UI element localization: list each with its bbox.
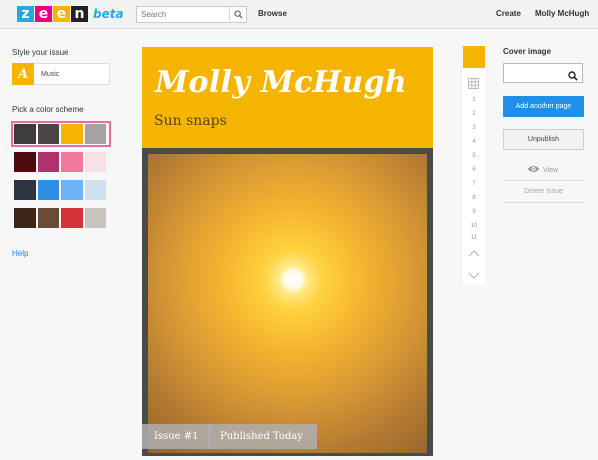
color-swatch: [37, 180, 59, 200]
page-number[interactable]: 9: [462, 209, 486, 215]
user-menu[interactable]: Molly McHugh: [535, 9, 589, 18]
color-swatch: [37, 208, 59, 228]
cover-title[interactable]: Molly McHugh: [155, 65, 407, 100]
color-swatch: [61, 208, 83, 228]
issue-number-badge: Issue #1: [142, 424, 211, 449]
color-scheme-option[interactable]: [14, 208, 108, 228]
color-scheme-option[interactable]: [14, 180, 108, 200]
divider: [503, 202, 584, 203]
cover-page-thumbnail[interactable]: [463, 46, 485, 68]
page-number[interactable]: 7: [462, 181, 486, 187]
theme-name: Music: [41, 70, 60, 78]
color-scheme-title: Pick a color scheme: [12, 105, 84, 114]
view-label: View: [543, 166, 559, 174]
page-strip: 1 2 3 4 5 6 7 8 9 10 11: [461, 45, 485, 285]
logo-letter: e: [35, 6, 52, 22]
cover-image-title: Cover image: [503, 47, 552, 56]
help-link[interactable]: Help: [12, 249, 28, 258]
color-swatch: [61, 152, 83, 172]
chevron-up-icon[interactable]: [468, 244, 480, 262]
page-number[interactable]: 8: [462, 195, 486, 201]
zeen-logo[interactable]: z e e n beta: [17, 5, 124, 23]
color-swatch: [14, 152, 36, 172]
color-swatch: [37, 124, 59, 144]
page-number[interactable]: 11: [462, 235, 486, 241]
color-swatch: [37, 152, 59, 172]
cover-image-search-input[interactable]: [503, 63, 583, 83]
color-scheme-option[interactable]: [14, 152, 108, 172]
grid-icon[interactable]: [468, 76, 479, 94]
style-issue-title: Style your issue: [12, 48, 69, 57]
color-swatch: [14, 180, 36, 200]
page-number[interactable]: 10: [462, 223, 486, 229]
view-link[interactable]: View: [527, 165, 558, 175]
logo-beta-label: beta: [93, 7, 124, 21]
delete-issue-link[interactable]: Delete Issue: [503, 188, 584, 195]
theme-icon: A: [12, 63, 34, 85]
color-swatch: [14, 208, 36, 228]
divider: [503, 180, 584, 181]
search-icon[interactable]: [568, 68, 578, 86]
search-box: [136, 6, 247, 23]
cover-header: Molly McHugh Sun snaps: [142, 47, 433, 148]
page-number[interactable]: 4: [462, 139, 486, 145]
color-swatch: [84, 180, 106, 200]
search-icon[interactable]: [229, 7, 246, 22]
unpublish-button[interactable]: Unpublish: [503, 129, 584, 150]
published-status-badge: Published Today: [208, 424, 317, 449]
eye-icon: [527, 165, 540, 175]
chevron-down-icon[interactable]: [468, 267, 480, 285]
color-swatch: [84, 124, 106, 144]
page-number[interactable]: 1: [462, 97, 486, 103]
create-link[interactable]: Create: [496, 9, 521, 18]
color-swatch: [14, 124, 36, 144]
add-page-button[interactable]: Add another page: [503, 96, 584, 117]
logo-letter: z: [17, 6, 34, 22]
page-number[interactable]: 5: [462, 153, 486, 159]
browse-link[interactable]: Browse: [258, 9, 287, 18]
color-swatch: [84, 152, 106, 172]
color-scheme-option[interactable]: [11, 121, 111, 147]
color-swatch: [84, 208, 106, 228]
search-input[interactable]: [137, 10, 229, 19]
color-swatch: [61, 180, 83, 200]
cover-photo[interactable]: [148, 154, 427, 453]
cover-subtitle[interactable]: Sun snaps: [154, 113, 227, 129]
color-swatch: [61, 124, 83, 144]
logo-letter: e: [53, 6, 70, 22]
page-number[interactable]: 6: [462, 167, 486, 173]
issue-cover-card: Molly McHugh Sun snaps Issue #1 Publishe…: [142, 47, 433, 456]
logo-letter: n: [71, 6, 88, 22]
page-number[interactable]: 3: [462, 125, 486, 131]
theme-selector[interactable]: A Music: [12, 63, 110, 85]
top-bar: z e e n beta Browse Create Molly McHugh: [0, 0, 598, 29]
page-number[interactable]: 2: [462, 111, 486, 117]
